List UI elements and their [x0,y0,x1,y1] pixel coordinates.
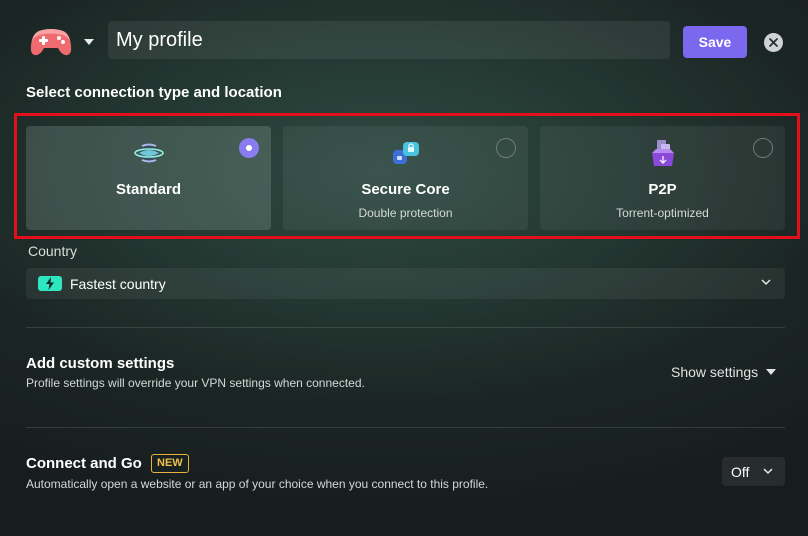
chevron-down-icon[interactable] [82,36,96,48]
show-settings-button[interactable]: Show settings [671,364,777,380]
close-icon [769,38,778,47]
card-subtitle: Torrent-optimized [616,206,709,220]
chevron-down-icon [761,279,771,286]
card-title: Standard [115,181,181,198]
card-title: Secure Core [361,181,450,198]
custom-settings-title: Add custom settings [26,355,175,372]
bolt-icon [38,276,62,291]
connection-type-group: Standard Secure Core Double protection P… [14,113,800,239]
connection-card-secure-core[interactable]: Secure Core Double protection [283,126,528,230]
connection-section-title: Select connection type and location [26,84,282,101]
radio-standard[interactable] [239,138,259,158]
connect-and-go-value: Off [731,464,750,480]
connect-and-go-title: Connect and Go [26,455,142,472]
radio-secure-core[interactable] [496,138,516,158]
gamepad-icon[interactable] [30,26,72,58]
custom-settings-description: Profile settings will override your VPN … [26,376,365,390]
divider [26,427,785,428]
connect-and-go-select[interactable]: Off [722,457,785,486]
caret-down-icon [766,369,777,375]
save-button[interactable]: Save [683,26,747,58]
card-title: P2P [648,181,677,198]
connection-card-standard[interactable]: Standard [26,126,271,230]
country-label: Country [28,243,78,259]
close-button[interactable] [764,33,783,52]
profile-header: Save [0,0,808,84]
country-value: Fastest country [70,276,166,292]
p2p-icon [651,140,674,166]
globe-icon [133,143,164,163]
connection-card-p2p[interactable]: P2P Torrent-optimized [540,126,785,230]
new-badge: NEW [151,454,189,473]
show-settings-label: Show settings [671,364,759,380]
card-subtitle: Double protection [358,206,453,220]
connect-and-go-description: Automatically open a website or an app o… [26,477,489,491]
divider [26,327,785,328]
profile-name-input[interactable] [108,21,670,59]
chevron-down-icon [763,468,773,475]
radio-p2p[interactable] [753,138,773,158]
country-select[interactable]: Fastest country [26,268,785,299]
secure-core-icon [392,142,419,164]
